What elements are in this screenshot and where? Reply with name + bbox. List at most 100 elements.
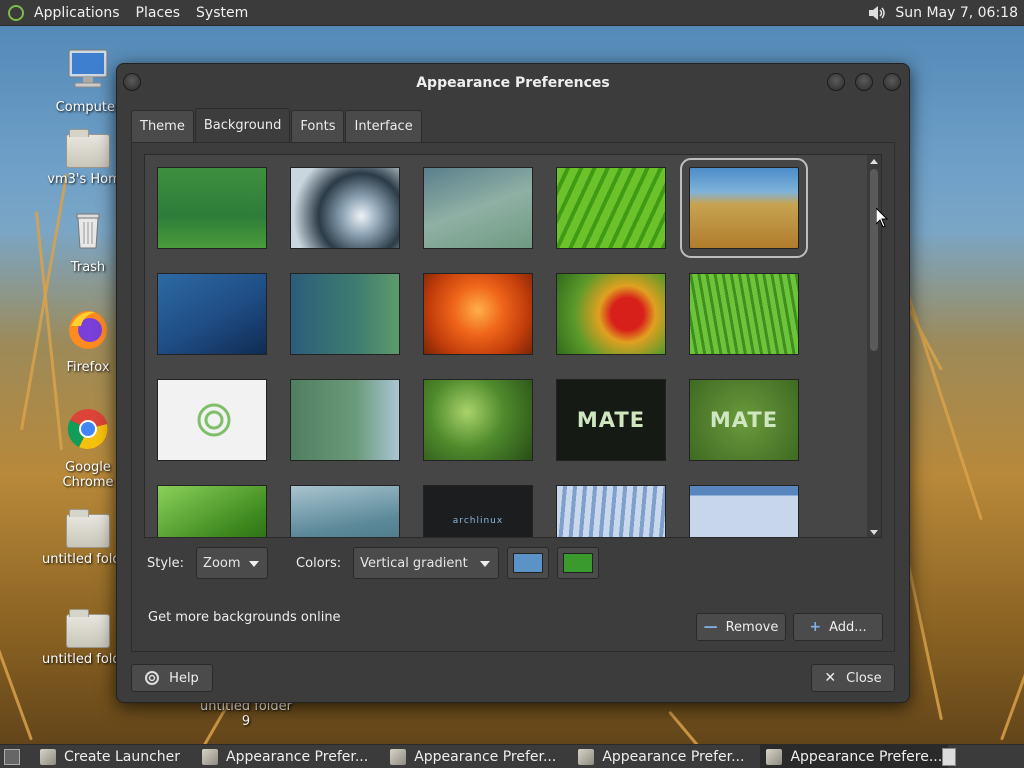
background-tab-content: MATE MATE archlinux Style: Zoom Colors: … bbox=[131, 142, 895, 652]
secondary-color-button[interactable] bbox=[557, 547, 600, 579]
desktop-icon-label: untitled folder 9 bbox=[199, 699, 292, 729]
close-button[interactable]: ✕ Close bbox=[811, 664, 895, 692]
wallpaper-thumb[interactable] bbox=[556, 167, 666, 249]
add-button[interactable]: + Add... bbox=[793, 613, 883, 641]
scroll-down-arrow-icon[interactable] bbox=[870, 530, 878, 535]
folder-icon bbox=[66, 609, 110, 648]
close-x-icon: ✕ bbox=[824, 670, 837, 686]
appearance-icon bbox=[766, 748, 783, 765]
desktop-icon-folder-9[interactable]: untitled folder 9 bbox=[196, 699, 296, 729]
show-desktop-icon[interactable] bbox=[4, 748, 20, 765]
main-menu: Applications Places System bbox=[0, 0, 272, 26]
speaker-icon[interactable] bbox=[867, 5, 887, 21]
chrome-icon bbox=[67, 409, 108, 449]
style-combo[interactable]: Zoom bbox=[196, 547, 269, 579]
dialog-titlebar[interactable]: Appearance Preferences bbox=[117, 64, 909, 102]
tab-bar: Theme Background Fonts Interface bbox=[131, 108, 423, 142]
appearance-icon bbox=[390, 748, 407, 765]
remove-button[interactable]: — Remove bbox=[696, 613, 786, 641]
help-button[interactable]: Help bbox=[131, 664, 213, 692]
colors-combo[interactable]: Vertical gradient bbox=[353, 547, 500, 579]
wallpaper-thumb[interactable] bbox=[689, 273, 799, 355]
close-button-label: Close bbox=[846, 670, 882, 686]
style-label: Style: bbox=[147, 555, 185, 571]
taskbar-item-label: Appearance Prefer... bbox=[414, 748, 557, 765]
trash-icon bbox=[76, 213, 100, 249]
wallpaper-thumb[interactable] bbox=[423, 273, 533, 355]
primary-color-swatch bbox=[513, 553, 544, 573]
top-panel: Applications Places System Sun May 7, 06… bbox=[0, 0, 1024, 26]
wallpaper-thumb-mate-green[interactable]: MATE bbox=[689, 379, 799, 461]
minimize-button[interactable] bbox=[827, 73, 845, 91]
taskbar-item-appearance[interactable]: Appearance Prefer... bbox=[196, 745, 374, 768]
scroll-up-arrow-icon[interactable] bbox=[870, 159, 878, 164]
taskbar-item-appearance-active[interactable]: Appearance Prefere... bbox=[760, 744, 949, 768]
wallpaper-thumb[interactable] bbox=[423, 167, 533, 249]
clock-area: Sun May 7, 06:18 bbox=[867, 0, 1018, 26]
remove-button-label: Remove bbox=[725, 619, 779, 635]
tab-interface[interactable]: Interface bbox=[345, 110, 422, 142]
folder-icon bbox=[66, 509, 110, 548]
help-lifebuoy-icon bbox=[145, 671, 160, 685]
wallpaper-thumb[interactable] bbox=[157, 167, 267, 249]
chevron-down-icon bbox=[249, 561, 260, 567]
taskbar-item-appearance[interactable]: Appearance Prefer... bbox=[384, 745, 562, 768]
wallpaper-thumb[interactable] bbox=[556, 485, 666, 537]
secondary-color-swatch bbox=[563, 553, 594, 573]
taskbar-item-create-launcher[interactable]: Create Launcher bbox=[34, 745, 186, 768]
window-menu-button[interactable] bbox=[123, 73, 141, 91]
taskbar-item-label: Create Launcher bbox=[64, 748, 181, 765]
computer-icon bbox=[68, 49, 108, 88]
mouse-cursor-icon bbox=[876, 208, 888, 228]
wallpaper-thumb[interactable] bbox=[290, 273, 400, 355]
wallpaper-gallery[interactable]: MATE MATE archlinux bbox=[144, 154, 882, 538]
wallpaper-thumb[interactable] bbox=[556, 273, 666, 355]
bottom-panel: Create Launcher Appearance Prefer... App… bbox=[0, 744, 1024, 768]
scrollbar-thumb[interactable] bbox=[870, 169, 878, 351]
menu-applications[interactable]: Applications bbox=[34, 5, 120, 21]
taskbar-item-label: Appearance Prefere... bbox=[790, 748, 943, 765]
help-button-label: Help bbox=[169, 670, 199, 686]
taskbar-item-label: Appearance Prefer... bbox=[226, 748, 369, 765]
get-more-backgrounds-link[interactable]: Get more backgrounds online bbox=[148, 610, 341, 625]
firefox-icon bbox=[69, 311, 107, 349]
plus-icon: + bbox=[809, 619, 822, 635]
wallpaper-thumb[interactable] bbox=[290, 379, 400, 461]
close-window-button[interactable] bbox=[883, 73, 901, 91]
wallpaper-thumb-selected[interactable] bbox=[680, 158, 808, 258]
appearance-icon bbox=[202, 748, 219, 765]
minus-icon: — bbox=[703, 619, 718, 635]
wallpaper-thumb-archlinux[interactable]: archlinux bbox=[423, 485, 533, 537]
tab-background[interactable]: Background bbox=[194, 108, 291, 142]
tab-theme[interactable]: Theme bbox=[131, 110, 194, 142]
appearance-preferences-dialog: Appearance Preferences Theme Background … bbox=[116, 63, 910, 703]
clock-text[interactable]: Sun May 7, 06:18 bbox=[895, 5, 1018, 21]
home-folder-icon bbox=[66, 129, 110, 168]
colors-combo-value: Vertical gradient bbox=[360, 555, 468, 571]
taskbar-item-appearance[interactable]: Appearance Prefer... bbox=[572, 745, 750, 768]
wallpaper-thumb[interactable] bbox=[290, 167, 400, 249]
workspace-switcher-icon[interactable] bbox=[942, 748, 956, 766]
appearance-icon bbox=[578, 748, 595, 765]
taskbar-item-label: Appearance Prefer... bbox=[602, 748, 745, 765]
launcher-icon bbox=[40, 748, 56, 765]
style-combo-value: Zoom bbox=[203, 555, 241, 571]
menu-places[interactable]: Places bbox=[136, 5, 181, 21]
menu-system[interactable]: System bbox=[196, 5, 248, 21]
wallpaper-thumb[interactable] bbox=[157, 273, 267, 355]
maximize-button[interactable] bbox=[855, 73, 873, 91]
wallpaper-thumb[interactable] bbox=[689, 485, 799, 537]
add-button-label: Add... bbox=[829, 619, 867, 635]
wallpaper-thumb[interactable] bbox=[157, 379, 267, 461]
primary-color-button[interactable] bbox=[507, 547, 550, 579]
style-colors-row: Style: Zoom Colors: Vertical gradient bbox=[144, 546, 600, 580]
chevron-down-icon bbox=[480, 561, 491, 567]
wallpaper-thumb-mate-dark[interactable]: MATE bbox=[556, 379, 666, 461]
mate-logo-icon bbox=[197, 403, 231, 437]
wallpaper-thumb[interactable] bbox=[290, 485, 400, 537]
wallpaper-thumb[interactable] bbox=[423, 379, 533, 461]
wallpaper-thumb[interactable] bbox=[157, 485, 267, 537]
tab-fonts[interactable]: Fonts bbox=[291, 110, 345, 142]
dialog-title: Appearance Preferences bbox=[416, 75, 610, 91]
mate-logo-icon[interactable] bbox=[8, 4, 24, 21]
